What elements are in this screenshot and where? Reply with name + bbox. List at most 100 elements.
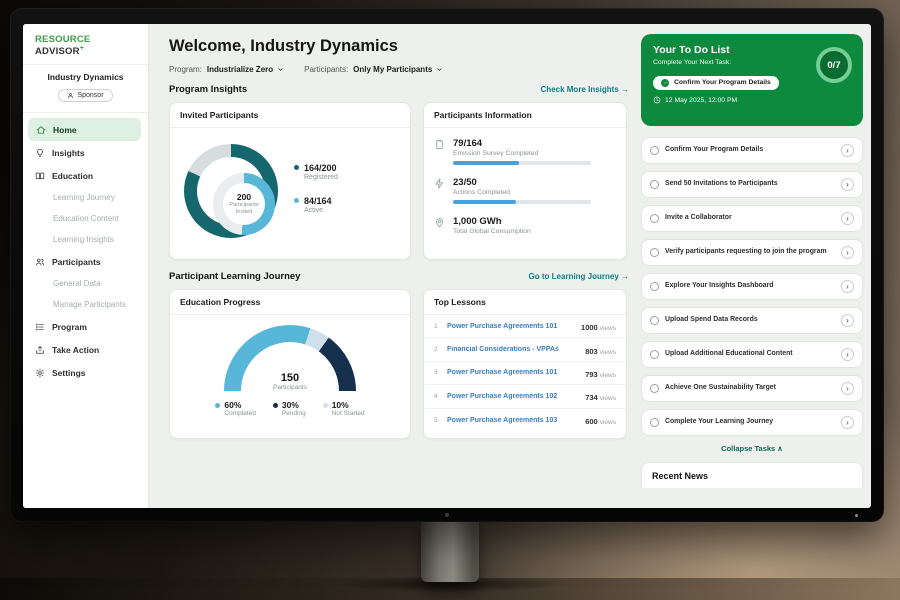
sidebar-item-label: Education Content: [53, 214, 119, 223]
lesson-link[interactable]: Power Purchase Agreements 101: [447, 323, 574, 330]
learning-cards: Education Progress 150 Participants: [169, 289, 629, 439]
go-to-learning-journey-link[interactable]: Go to Learning Journey →: [529, 272, 629, 281]
task-row-explore-insights[interactable]: Explore Your Insights Dashboard ›: [641, 273, 863, 300]
task-label: Verify participants requesting to join t…: [665, 248, 835, 257]
lesson-link[interactable]: Power Purchase Agreements 101: [447, 369, 578, 376]
task-row-invite-collaborator[interactable]: Invite a Collaborator ›: [641, 205, 863, 232]
chevron-right-icon[interactable]: ›: [841, 246, 854, 259]
sidebar-item-label: Manage Participants: [53, 300, 126, 309]
lesson-row: 3 Power Purchase Agreements 101 793views: [424, 362, 626, 385]
main-content: Welcome, Industry Dynamics Program: Indu…: [149, 24, 639, 508]
learning-journey-header: Participant Learning Journey Go to Learn…: [169, 271, 629, 282]
sidebar-item-general-data[interactable]: General Data: [23, 273, 148, 294]
chevron-right-icon[interactable]: ›: [841, 314, 854, 327]
task-row-achieve-target[interactable]: Achieve One Sustainability Target ›: [641, 375, 863, 402]
book-icon: [35, 171, 45, 181]
due-row: 12 May 2025, 12:00 PM: [653, 96, 851, 104]
check-more-insights-link[interactable]: Check More Insights →: [541, 85, 629, 94]
top-lessons-card: Top Lessons 1 Power Purchase Agreements …: [423, 289, 627, 439]
task-checkbox[interactable]: [650, 282, 659, 291]
sponsor-badge[interactable]: Sponsor: [58, 89, 112, 102]
logo-advisor: ADVISOR: [35, 46, 80, 57]
legend-label: Completed: [224, 410, 255, 417]
sidebar-nav: Home Insights Education Learning Journey…: [23, 113, 148, 389]
sidebar-item-label: Participants: [52, 257, 101, 267]
chevron-right-icon[interactable]: ›: [841, 382, 854, 395]
monitor-stand: [421, 520, 479, 582]
task-checkbox[interactable]: [650, 248, 659, 257]
task-label: Explore Your Insights Dashboard: [665, 282, 835, 291]
task-checkbox[interactable]: [650, 316, 659, 325]
sidebar-item-learning-insights[interactable]: Learning Insights: [23, 229, 148, 250]
participants-dropdown[interactable]: Only My Participants: [353, 65, 443, 74]
legend-value: 30%: [282, 400, 299, 410]
task-row-complete-learning-journey[interactable]: Complete Your Learning Journey ›: [641, 409, 863, 436]
task-row-upload-educational-content[interactable]: Upload Additional Educational Content ›: [641, 341, 863, 368]
filters-row: Program: Industrialize Zero Participants…: [169, 65, 629, 74]
chevron-right-icon[interactable]: ›: [841, 280, 854, 293]
legend-pending: 30% Pending: [273, 400, 306, 417]
task-row-upload-spend-data[interactable]: Upload Spend Data Records ›: [641, 307, 863, 334]
chevron-right-icon[interactable]: ›: [841, 178, 854, 191]
task-row-send-invitations[interactable]: Send 50 Invitations to Participants ›: [641, 171, 863, 198]
legend-label: Active: [304, 207, 338, 214]
todo-summary-card: Your To Do List Complete Your Next Task:…: [641, 34, 863, 126]
task-row-verify-participants[interactable]: Verify participants requesting to join t…: [641, 239, 863, 266]
task-checkbox[interactable]: [650, 214, 659, 223]
collapse-tasks-link[interactable]: Collapse Tasks ∧: [641, 444, 863, 453]
program-filter: Program: Industrialize Zero: [169, 65, 284, 74]
account-name: Industry Dynamics: [29, 72, 142, 82]
sidebar-item-learning-journey[interactable]: Learning Journey: [23, 187, 148, 208]
sidebar-item-settings[interactable]: Settings: [23, 361, 148, 384]
lesson-row: 5 Power Purchase Agreements 103 600views: [424, 409, 626, 432]
sidebar-item-education[interactable]: Education: [23, 164, 148, 187]
lesson-link[interactable]: Power Purchase Agreements 102: [447, 393, 578, 400]
lesson-row: 1 Power Purchase Agreements 101 1000view…: [424, 315, 626, 338]
lightbulb-icon: [35, 148, 45, 158]
lesson-link[interactable]: Financial Considerations - VPPAs: [447, 346, 578, 353]
next-task-chip[interactable]: Confirm Your Program Details: [653, 76, 779, 90]
legend-not-started: 10% Not Started: [323, 400, 365, 417]
bolt-icon: [434, 178, 445, 189]
page-title: Welcome, Industry Dynamics: [169, 37, 629, 56]
legend-dot: [273, 403, 278, 408]
task-checkbox[interactable]: [650, 384, 659, 393]
task-list: Confirm Your Program Details › Send 50 I…: [641, 137, 863, 436]
sidebar-item-education-content[interactable]: Education Content: [23, 208, 148, 229]
lesson-rank: 1: [434, 323, 440, 330]
task-checkbox[interactable]: [650, 146, 659, 155]
legend-value: 60%: [224, 400, 241, 410]
task-checkbox[interactable]: [650, 418, 659, 427]
lesson-row: 2 Financial Considerations - VPPAs 803vi…: [424, 338, 626, 361]
sidebar-item-take-action[interactable]: Take Action: [23, 338, 148, 361]
clock-icon: [653, 96, 661, 104]
legend-dot: [294, 198, 299, 203]
program-filter-label: Program:: [169, 65, 202, 74]
task-label: Achieve One Sustainability Target: [665, 384, 835, 393]
monitor-bezel: RESOURCE ADVISOR+ Industry Dynamics Spon…: [10, 8, 884, 522]
participants-filter-label: Participants:: [304, 65, 348, 74]
sidebar-item-insights[interactable]: Insights: [23, 141, 148, 164]
sidebar-item-manage-participants[interactable]: Manage Participants: [23, 294, 148, 315]
sidebar-item-label: Program: [52, 322, 87, 332]
task-checkbox[interactable]: [650, 180, 659, 189]
consumption-row: 1,000 GWh Total Global Consumption: [434, 216, 616, 239]
chevron-right-icon[interactable]: ›: [841, 144, 854, 157]
program-dropdown[interactable]: Industrialize Zero: [207, 65, 284, 74]
task-row-confirm-program[interactable]: Confirm Your Program Details ›: [641, 137, 863, 164]
logo-plus: +: [80, 45, 84, 52]
chevron-right-icon[interactable]: ›: [841, 348, 854, 361]
lesson-link[interactable]: Power Purchase Agreements 103: [447, 417, 578, 424]
donut-center-label: Participants Invited: [223, 202, 265, 215]
lessons-list: 1 Power Purchase Agreements 101 1000view…: [424, 315, 626, 432]
chevron-right-icon[interactable]: ›: [841, 416, 854, 429]
card-title: Education Progress: [170, 290, 410, 315]
account-block: Industry Dynamics Sponsor: [23, 65, 148, 113]
sidebar-item-program[interactable]: Program: [23, 315, 148, 338]
sidebar-item-home[interactable]: Home: [28, 118, 141, 141]
power-led: [855, 514, 858, 517]
insights-cards: Invited Participants 200 Participants In…: [169, 102, 629, 260]
chevron-right-icon[interactable]: ›: [841, 212, 854, 225]
sidebar-item-participants[interactable]: Participants: [23, 250, 148, 273]
task-checkbox[interactable]: [650, 350, 659, 359]
